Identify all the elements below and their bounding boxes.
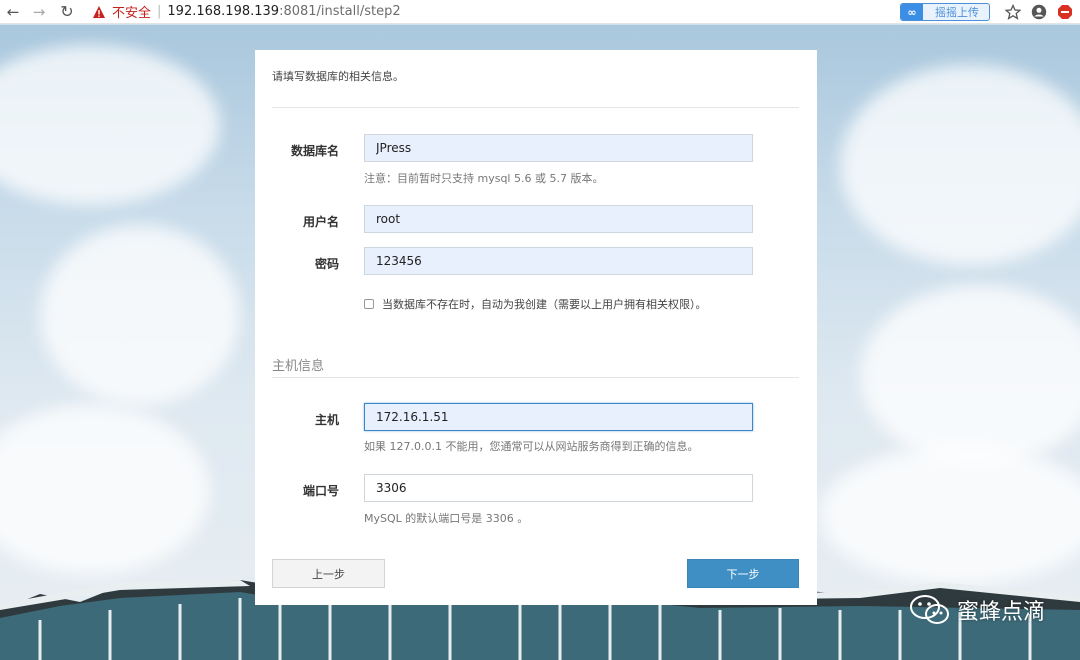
form-intro: 请填写数据库的相关信息。 <box>272 70 404 83</box>
db-name-input[interactable] <box>364 134 753 162</box>
db-name-label: 数据库名 <box>290 144 339 158</box>
browser-toolbar: ← → ↻ 不安全 | 192.168.198.139 :8081/instal… <box>0 0 1080 24</box>
back-arrow-icon[interactable]: ← <box>2 1 24 23</box>
host-hint: 如果 127.0.0.1 不能用，您通常可以从网站服务商得到正确的信息。 <box>364 440 699 453</box>
warning-icon <box>93 5 105 18</box>
host-section-title: 主机信息 <box>272 359 325 374</box>
adblock-icon[interactable] <box>1054 1 1076 23</box>
watermark-text: 蜜蜂点滴 <box>956 600 1045 625</box>
url-path: :8081/install/step2 <box>279 4 401 19</box>
bookmark-star-icon[interactable] <box>1002 1 1024 23</box>
port-input[interactable] <box>364 474 753 502</box>
host-label: 主机 <box>314 413 339 427</box>
port-hint: MySQL 的默认端口号是 3306 。 <box>364 512 529 525</box>
wechat-icon <box>909 595 949 624</box>
port-label: 端口号 <box>302 484 339 498</box>
password-input[interactable] <box>364 247 753 275</box>
password-label: 密码 <box>314 257 339 271</box>
upload-extension-button[interactable]: ∞ 摇摇上传 <box>900 3 990 21</box>
extension-label: 摇摇上传 <box>935 6 979 19</box>
auto-create-row[interactable]: 当数据库不存在时，自动为我创建（需要以上用户拥有相关权限）。 <box>364 296 707 312</box>
divider <box>272 107 799 108</box>
address-bar[interactable]: 不安全 | 192.168.198.139 :8081/install/step… <box>92 1 401 23</box>
wechat-watermark: 蜜蜂点滴 <box>909 592 1045 628</box>
extensions-area: ∞ 摇摇上传 <box>900 0 1080 24</box>
infinity-icon: ∞ <box>901 4 923 20</box>
username-label: 用户名 <box>302 215 339 229</box>
account-icon[interactable] <box>1028 1 1050 23</box>
db-version-hint: 注意：目前暂时只支持 mysql 5.6 或 5.7 版本。 <box>364 172 604 185</box>
username-input[interactable] <box>364 205 753 233</box>
install-form-card: 请填写数据库的相关信息。 数据库名 注意：目前暂时只支持 mysql 5.6 或… <box>255 50 817 605</box>
next-step-button[interactable]: 下一步 <box>687 559 799 588</box>
prev-step-button[interactable]: 上一步 <box>272 559 385 588</box>
auto-create-label: 当数据库不存在时，自动为我创建（需要以上用户拥有相关权限）。 <box>382 298 707 311</box>
section-divider <box>272 377 799 378</box>
forward-arrow-icon[interactable]: → <box>28 1 50 23</box>
address-separator: | <box>157 4 162 19</box>
reload-icon[interactable]: ↻ <box>56 1 78 23</box>
url-host: 192.168.198.139 <box>167 4 280 19</box>
host-input[interactable] <box>364 403 753 431</box>
auto-create-checkbox[interactable] <box>364 299 374 309</box>
insecure-label: 不安全 <box>112 6 152 21</box>
